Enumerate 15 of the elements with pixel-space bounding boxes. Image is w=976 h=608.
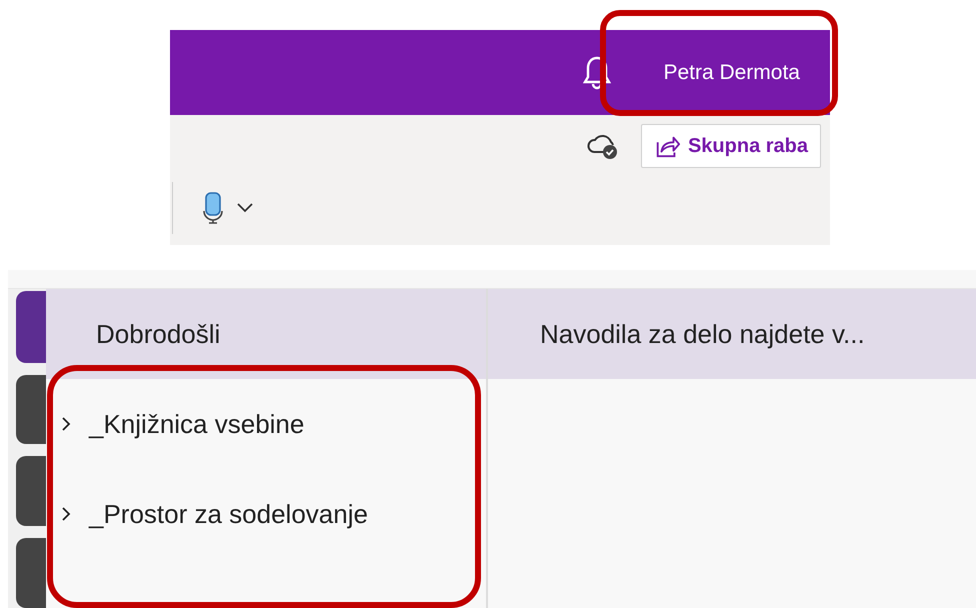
page-item[interactable]: Navodila za delo najdete v... <box>488 289 976 379</box>
chevron-down-icon <box>237 203 253 213</box>
share-button[interactable]: Skupna raba <box>640 124 821 168</box>
chevron-right-icon[interactable] <box>61 416 71 432</box>
section-group-label[interactable]: _Knjižnica vsebine <box>89 408 304 440</box>
dictate-button[interactable] <box>201 191 253 225</box>
cloud-check-icon <box>586 132 620 160</box>
section-group-label[interactable]: _Prostor za sodelovanje <box>89 498 368 530</box>
notebook-tab[interactable] <box>16 456 46 526</box>
microphone-icon <box>201 191 225 225</box>
chevron-right-icon[interactable] <box>61 506 71 522</box>
notebook-tab[interactable] <box>16 374 46 444</box>
bell-icon[interactable] <box>583 56 612 90</box>
user-name[interactable]: Petra Dermota <box>663 60 800 84</box>
section-item[interactable]: Dobrodošli <box>46 289 486 379</box>
